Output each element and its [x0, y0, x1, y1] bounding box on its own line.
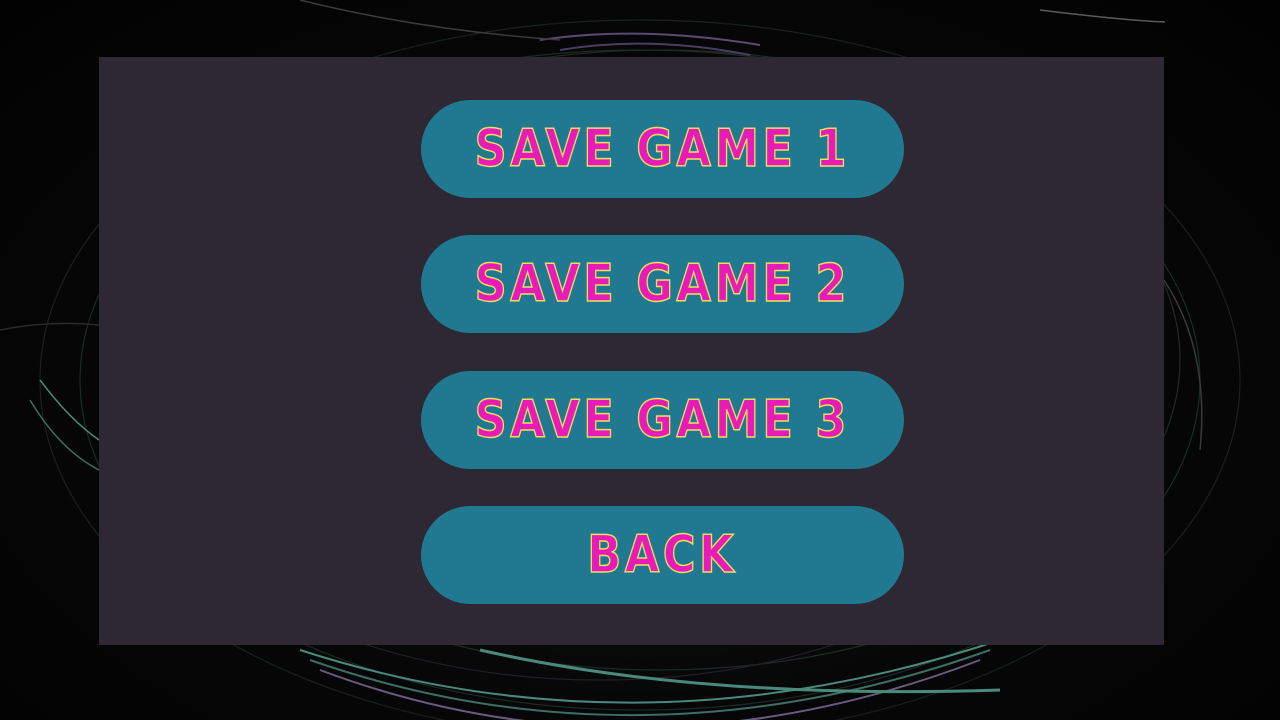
back-button[interactable]: BACK	[421, 506, 904, 604]
save-game-2-label: SAVE GAME 2	[474, 254, 851, 314]
save-game-3-button[interactable]: SAVE GAME 3	[421, 371, 904, 469]
save-game-1-button[interactable]: SAVE GAME 1	[421, 100, 904, 198]
save-game-3-label: SAVE GAME 3	[474, 390, 851, 450]
save-game-1-label: SAVE GAME 1	[474, 119, 851, 179]
back-label: BACK	[587, 525, 738, 585]
load-game-screen: SAVE GAME 1 SAVE GAME 2 SAVE GAME 3 BACK	[0, 0, 1280, 720]
save-menu-panel: SAVE GAME 1 SAVE GAME 2 SAVE GAME 3 BACK	[99, 57, 1164, 645]
save-game-2-button[interactable]: SAVE GAME 2	[421, 235, 904, 333]
